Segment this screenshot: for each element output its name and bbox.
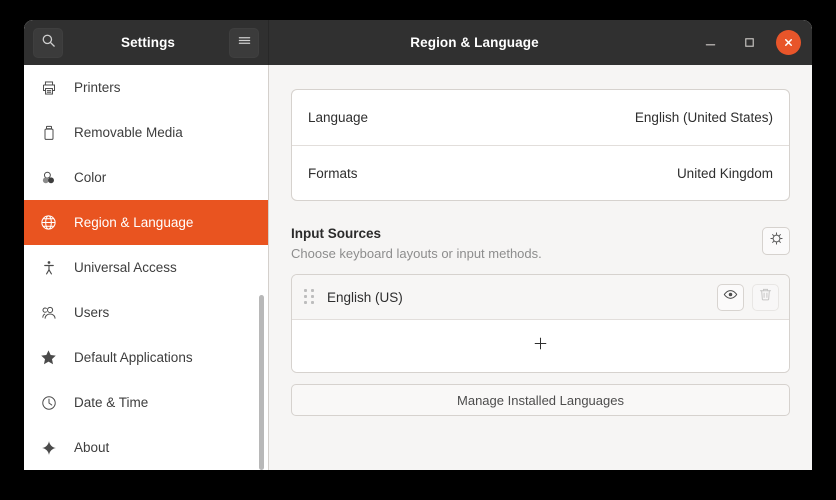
sidebar-item-users[interactable]: Users	[24, 290, 268, 335]
remove-input-source-button[interactable]	[752, 283, 779, 311]
sidebar-item-label: Color	[74, 170, 107, 185]
sidebar: Printers Removable Media Color Region & …	[24, 65, 269, 470]
drag-handle-icon[interactable]	[304, 289, 316, 305]
input-sources-heading-text: Input Sources Choose keyboard layouts or…	[291, 226, 542, 261]
sidebar-item-label: Removable Media	[74, 125, 183, 140]
manage-installed-languages-button[interactable]: Manage Installed Languages	[291, 384, 790, 416]
clock-icon	[40, 394, 57, 411]
minimize-button[interactable]	[698, 30, 723, 55]
sidebar-item-about[interactable]: About	[24, 425, 268, 470]
usb-drive-icon	[40, 124, 57, 141]
sidebar-item-label: Date & Time	[74, 395, 149, 410]
input-source-label: English (US)	[327, 289, 403, 305]
input-sources-subtitle: Choose keyboard layouts or input methods…	[291, 246, 542, 261]
sidebar-item-universal-access[interactable]: Universal Access	[24, 245, 268, 290]
input-sources-header: Input Sources Choose keyboard layouts or…	[291, 226, 790, 261]
input-sources-options-button[interactable]	[762, 227, 790, 255]
formats-label: Formats	[308, 165, 358, 181]
close-button[interactable]	[776, 30, 801, 55]
sidebar-scrollbar[interactable]	[259, 295, 264, 470]
maximize-button[interactable]	[737, 30, 762, 55]
titlebar-content-section: Region & Language	[269, 20, 812, 65]
star-icon	[40, 349, 57, 366]
formats-row[interactable]: Formats United Kingdom	[292, 145, 789, 200]
input-sources-title: Input Sources	[291, 226, 382, 241]
plus-icon	[533, 336, 548, 356]
color-circles-icon	[40, 169, 57, 186]
trash-icon	[758, 287, 773, 307]
sidebar-item-label: About	[74, 440, 110, 455]
language-value: English (United States)	[634, 110, 773, 125]
sidebar-item-date-and-time[interactable]: Date & Time	[24, 380, 268, 425]
main-menu-button[interactable]	[229, 27, 259, 58]
sidebar-item-label: Printers	[74, 80, 121, 95]
language-label: Language	[308, 110, 369, 125]
sidebar-item-default-applications[interactable]: Default Applications	[24, 335, 268, 380]
input-sources-card: English (US)	[291, 274, 790, 373]
hamburger-menu-icon	[237, 34, 252, 52]
sparkle-icon	[40, 439, 57, 456]
language-row[interactable]: Language English (United States)	[292, 90, 789, 145]
settings-window: Settings Region & Language Printers Remo…	[24, 20, 812, 470]
window-controls	[698, 20, 801, 65]
gear-icon	[769, 231, 784, 251]
locale-settings-card: Language English (United States) Formats…	[291, 89, 790, 201]
sidebar-item-label: Region & Language	[74, 215, 194, 230]
sidebar-item-label: Users	[74, 305, 110, 320]
printer-icon	[40, 79, 57, 96]
sidebar-item-label: Default Applications	[74, 350, 193, 365]
sidebar-item-removable-media[interactable]: Removable Media	[24, 110, 268, 155]
eye-icon	[723, 287, 738, 307]
input-source-actions	[717, 283, 779, 311]
sidebar-item-region-and-language[interactable]: Region & Language	[24, 200, 268, 245]
users-icon	[40, 304, 57, 321]
input-source-row[interactable]: English (US)	[292, 275, 789, 320]
sidebar-item-color[interactable]: Color	[24, 155, 268, 200]
search-icon	[41, 33, 56, 53]
add-input-source-button[interactable]	[292, 320, 789, 372]
formats-value: United Kingdom	[676, 165, 773, 181]
titlebar: Settings Region & Language	[24, 20, 812, 65]
sidebar-item-printers[interactable]: Printers	[24, 65, 268, 110]
titlebar-sidebar-section: Settings	[24, 20, 269, 65]
search-button[interactable]	[33, 27, 63, 58]
main-content: Language English (United States) Formats…	[269, 65, 812, 470]
window-body: Printers Removable Media Color Region & …	[24, 65, 812, 470]
globe-icon	[40, 214, 57, 231]
accessibility-icon	[40, 259, 57, 276]
sidebar-item-label: Universal Access	[74, 260, 177, 275]
preview-layout-button[interactable]	[717, 283, 744, 311]
